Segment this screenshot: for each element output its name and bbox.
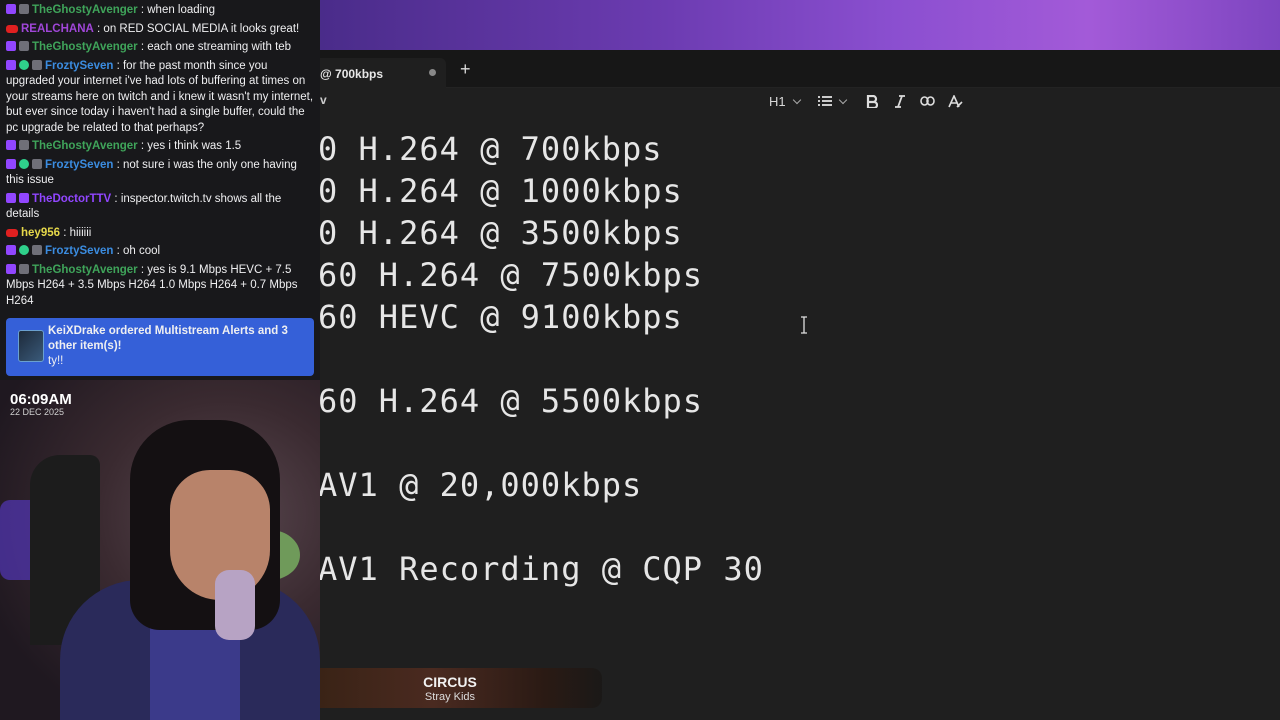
chat-message: FroztySeven : not sure i was the only on… — [6, 158, 314, 189]
yt-badge-icon — [6, 24, 18, 33]
link-button[interactable] — [920, 92, 935, 110]
text-cursor-icon — [799, 316, 809, 334]
chat-text: : on RED SOCIAL MEDIA it looks great! — [93, 22, 300, 35]
chat-message: hey956 : hiiiiii — [6, 226, 314, 242]
italic-button[interactable] — [894, 92, 906, 110]
doc-line: 0 H.264 @ 700kbps — [318, 130, 663, 168]
list-button[interactable] — [818, 92, 848, 110]
gray-badge-icon — [32, 59, 42, 70]
bold-icon — [866, 94, 878, 108]
chat-text: : oh cool — [113, 245, 161, 257]
gray-badge-icon — [19, 41, 29, 51]
doc-line: 60 H.264 @ 5500kbps — [318, 382, 704, 420]
chat-text: : yes i think was 1.5 — [137, 140, 242, 152]
doc-line: 60 HEVC @ 9100kbps — [318, 298, 683, 336]
chat-username[interactable]: FroztySeven — [45, 159, 113, 171]
chat-username[interactable]: TheGhostyAvenger — [32, 4, 138, 16]
gray-badge-icon — [19, 263, 29, 274]
chat-username[interactable]: TheGhostyAvenger — [32, 264, 138, 276]
chat-username[interactable]: TheGhostyAvenger — [32, 41, 138, 53]
green-badge-icon — [19, 158, 29, 169]
purchase-alert: KeiXDrake ordered Multistream Alerts and… — [6, 318, 314, 376]
chat-message: TheGhostyAvenger : when loading — [6, 3, 314, 19]
bold-button[interactable] — [866, 92, 878, 110]
chat-username[interactable]: TheGhostyAvenger — [32, 140, 138, 152]
chat-message: REALCHANA : on RED SOCIAL MEDIA it looks… — [6, 22, 314, 38]
tab-active[interactable]: @ 700kbps — [320, 58, 446, 88]
doc-line: 0 H.264 @ 3500kbps — [318, 214, 683, 252]
chat-message: TheGhostyAvenger : each one streaming wi… — [6, 40, 314, 56]
sub-badge-icon — [6, 192, 16, 203]
microphone — [215, 570, 255, 640]
chat-username[interactable]: FroztySeven — [45, 245, 113, 257]
clock-date: 22 DEC 2025 — [10, 407, 65, 417]
stream-scene: @ 700kbps + v H1 0 H.264 @ 700kbps 0 H.2… — [0, 0, 1280, 720]
heading-dropdown-icon — [792, 95, 801, 104]
chat-message: TheGhostyAvenger : yes is 9.1 Mbps HEVC … — [6, 263, 314, 310]
notes-editor: @ 700kbps + v H1 0 H.264 @ 700kbps 0 H.2… — [318, 0, 1280, 720]
sub-badge-icon — [6, 4, 16, 14]
chat-username[interactable]: TheDoctorTTV — [32, 193, 111, 205]
chat-text: : hiiiiii — [60, 226, 92, 239]
italic-icon — [895, 94, 905, 108]
sidebar-toggle-label[interactable]: v — [320, 93, 327, 107]
store-icon — [18, 330, 44, 362]
now-playing: CIRCUS Stray Kids — [320, 668, 602, 708]
webcam-feed: 06:09AM 22 DEC 2025 — [0, 380, 320, 720]
sub-badge-icon — [6, 263, 16, 274]
gray-badge-icon — [19, 140, 29, 150]
list-icon — [818, 96, 832, 106]
song-artist: Stray Kids — [424, 691, 476, 703]
gray-badge-icon — [19, 4, 29, 14]
tab-label: @ 700kbps — [320, 67, 384, 81]
sub-badge-icon — [19, 192, 29, 203]
chat-panel: TheGhostyAvenger : when loading REALCHANA… — [0, 0, 320, 380]
chat-message: FroztySeven : for the past month since y… — [6, 59, 314, 137]
doc-line: 0 H.264 @ 1000kbps — [318, 172, 683, 210]
chat-username[interactable]: REALCHANA — [21, 23, 94, 35]
chat-text: : when loading — [137, 4, 216, 16]
sub-badge-icon — [6, 245, 16, 255]
sub-badge-icon — [6, 158, 16, 169]
green-badge-icon — [19, 59, 29, 70]
alert-title: KeiXDrake ordered Multistream Alerts and… — [48, 325, 288, 352]
chat-username[interactable]: hey956 — [21, 227, 60, 239]
chat-message: FroztySeven : oh cool — [6, 244, 314, 260]
unsaved-dot-icon[interactable] — [429, 69, 436, 76]
clear-format-button[interactable] — [948, 92, 963, 110]
alert-message: ty!! — [48, 355, 64, 367]
format-toolbar: v H1 — [320, 88, 1280, 114]
chat-username[interactable]: FroztySeven — [45, 60, 113, 72]
heading-select[interactable]: H1 — [769, 92, 801, 110]
window-top-gradient — [320, 0, 1280, 50]
link-icon — [920, 96, 935, 106]
doc-line: AV1 @ 20,000kbps — [318, 466, 643, 504]
gray-badge-icon — [32, 245, 42, 255]
song-title: CIRCUS — [423, 674, 477, 690]
tab-bar: @ 700kbps + — [320, 50, 1280, 88]
chat-message: TheDoctorTTV : inspector.twitch.tv shows… — [6, 192, 314, 223]
list-dropdown-icon — [838, 95, 848, 104]
chat-message: TheGhostyAvenger : yes i think was 1.5 — [6, 139, 314, 155]
heading-select-value: H1 — [769, 93, 786, 109]
yt-badge-icon — [6, 228, 18, 237]
sub-badge-icon — [6, 41, 16, 51]
clear-format-icon — [948, 94, 963, 108]
sub-badge-icon — [6, 59, 16, 70]
sub-badge-icon — [6, 140, 16, 150]
green-badge-icon — [19, 245, 29, 255]
gray-badge-icon — [32, 158, 42, 169]
chat-text: : each one streaming with teb — [137, 41, 292, 53]
doc-line: AV1 Recording @ CQP 30 — [318, 550, 764, 588]
clock-time: 06:09AM — [10, 391, 72, 408]
doc-line: 60 H.264 @ 7500kbps — [318, 256, 704, 294]
new-tab-button[interactable]: + — [460, 60, 471, 78]
